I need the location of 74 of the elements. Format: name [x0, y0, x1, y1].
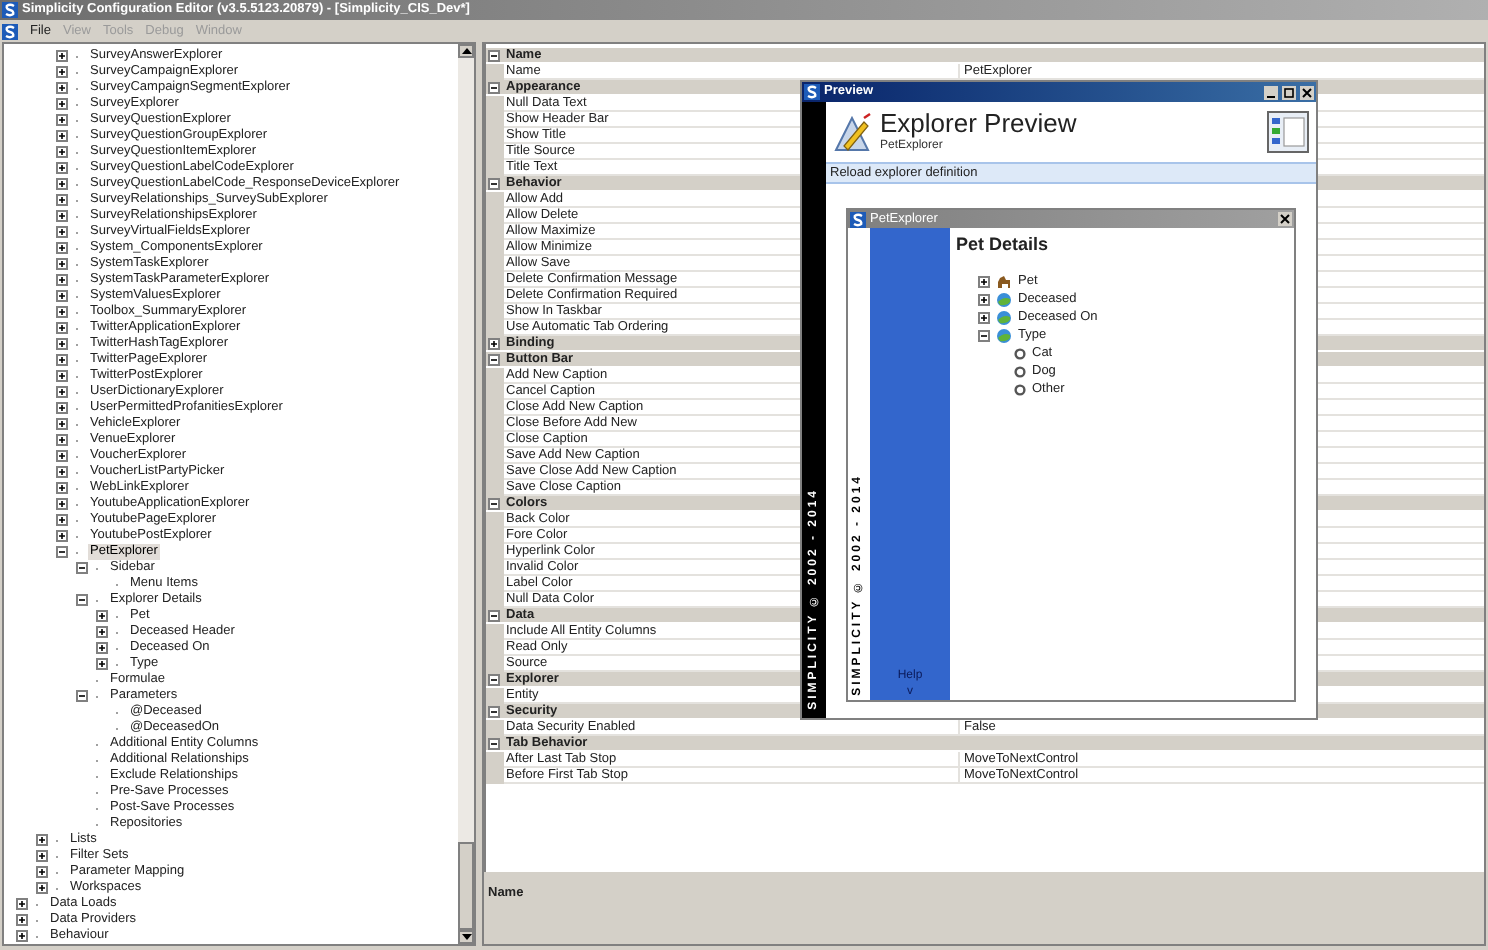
expand-icon[interactable] [56, 274, 68, 286]
expand-icon[interactable] [56, 162, 68, 174]
pencil-icon [832, 110, 876, 154]
scroll-up-icon[interactable] [461, 48, 471, 54]
expand-icon[interactable] [488, 337, 500, 349]
expand-icon[interactable] [56, 514, 68, 526]
scrollbar[interactable] [458, 44, 474, 944]
collapse-icon[interactable] [978, 330, 990, 342]
expand-icon[interactable] [56, 290, 68, 302]
expand-icon[interactable] [56, 466, 68, 478]
logo-icon [804, 84, 820, 100]
collapse-icon[interactable] [488, 673, 500, 685]
expand-icon[interactable] [56, 450, 68, 462]
collapse-icon[interactable] [488, 177, 500, 189]
close-icon[interactable] [1300, 85, 1314, 99]
collapse-icon[interactable] [56, 546, 68, 558]
expand-icon[interactable] [56, 114, 68, 126]
expand-icon[interactable] [978, 294, 990, 306]
collapse-icon[interactable] [488, 737, 500, 749]
collapse-icon[interactable] [488, 705, 500, 717]
expand-icon[interactable] [56, 226, 68, 238]
logo-icon [2, 2, 18, 18]
expand-icon[interactable] [56, 434, 68, 446]
expand-icon[interactable] [56, 338, 68, 350]
expand-icon[interactable] [56, 50, 68, 62]
expand-icon[interactable] [56, 354, 68, 366]
pet-details-heading: Pet Details [956, 232, 1049, 258]
expand-icon[interactable] [56, 306, 68, 318]
scroll-thumb[interactable] [458, 842, 474, 930]
expand-icon[interactable] [96, 642, 108, 654]
expand-icon[interactable] [36, 850, 48, 862]
collapse-icon[interactable] [488, 497, 500, 509]
expand-icon[interactable] [96, 610, 108, 622]
scroll-down-icon[interactable] [461, 934, 471, 940]
expand-icon[interactable] [56, 402, 68, 414]
dog-icon [996, 274, 1012, 290]
expand-icon[interactable] [56, 130, 68, 142]
expand-icon[interactable] [56, 322, 68, 334]
expand-icon[interactable] [56, 66, 68, 78]
collapse-icon[interactable] [488, 81, 500, 93]
expand-icon[interactable] [56, 370, 68, 382]
expand-icon[interactable] [56, 386, 68, 398]
expand-icon[interactable] [56, 530, 68, 542]
expand-icon[interactable] [36, 834, 48, 846]
expand-icon[interactable] [978, 276, 990, 288]
expand-icon[interactable] [56, 258, 68, 270]
expand-icon[interactable] [56, 146, 68, 158]
collapse-icon[interactable] [76, 562, 88, 574]
minimize-icon[interactable] [1264, 85, 1278, 99]
maximize-icon[interactable] [1282, 85, 1296, 99]
expand-icon[interactable] [96, 626, 108, 638]
expand-icon[interactable] [978, 312, 990, 324]
collapse-icon[interactable] [488, 609, 500, 621]
collapse-icon[interactable] [488, 353, 500, 365]
expand-icon[interactable] [56, 242, 68, 254]
expand-icon[interactable] [56, 482, 68, 494]
expand-icon[interactable] [16, 914, 28, 926]
expand-icon[interactable] [56, 210, 68, 222]
expand-icon[interactable] [16, 898, 28, 910]
close-icon[interactable] [1278, 212, 1292, 226]
panel-icon [1266, 110, 1310, 154]
expand-icon[interactable] [96, 658, 108, 670]
expand-icon[interactable] [56, 98, 68, 110]
expand-icon[interactable] [56, 194, 68, 206]
expand-icon[interactable] [36, 866, 48, 878]
expand-icon[interactable] [36, 882, 48, 894]
expand-icon[interactable] [16, 930, 28, 942]
expand-icon[interactable] [56, 82, 68, 94]
expand-icon[interactable] [56, 418, 68, 430]
collapse-icon[interactable] [76, 594, 88, 606]
expand-icon[interactable] [56, 178, 68, 190]
expand-icon[interactable] [56, 498, 68, 510]
collapse-icon[interactable] [488, 49, 500, 61]
collapse-icon[interactable] [76, 690, 88, 702]
